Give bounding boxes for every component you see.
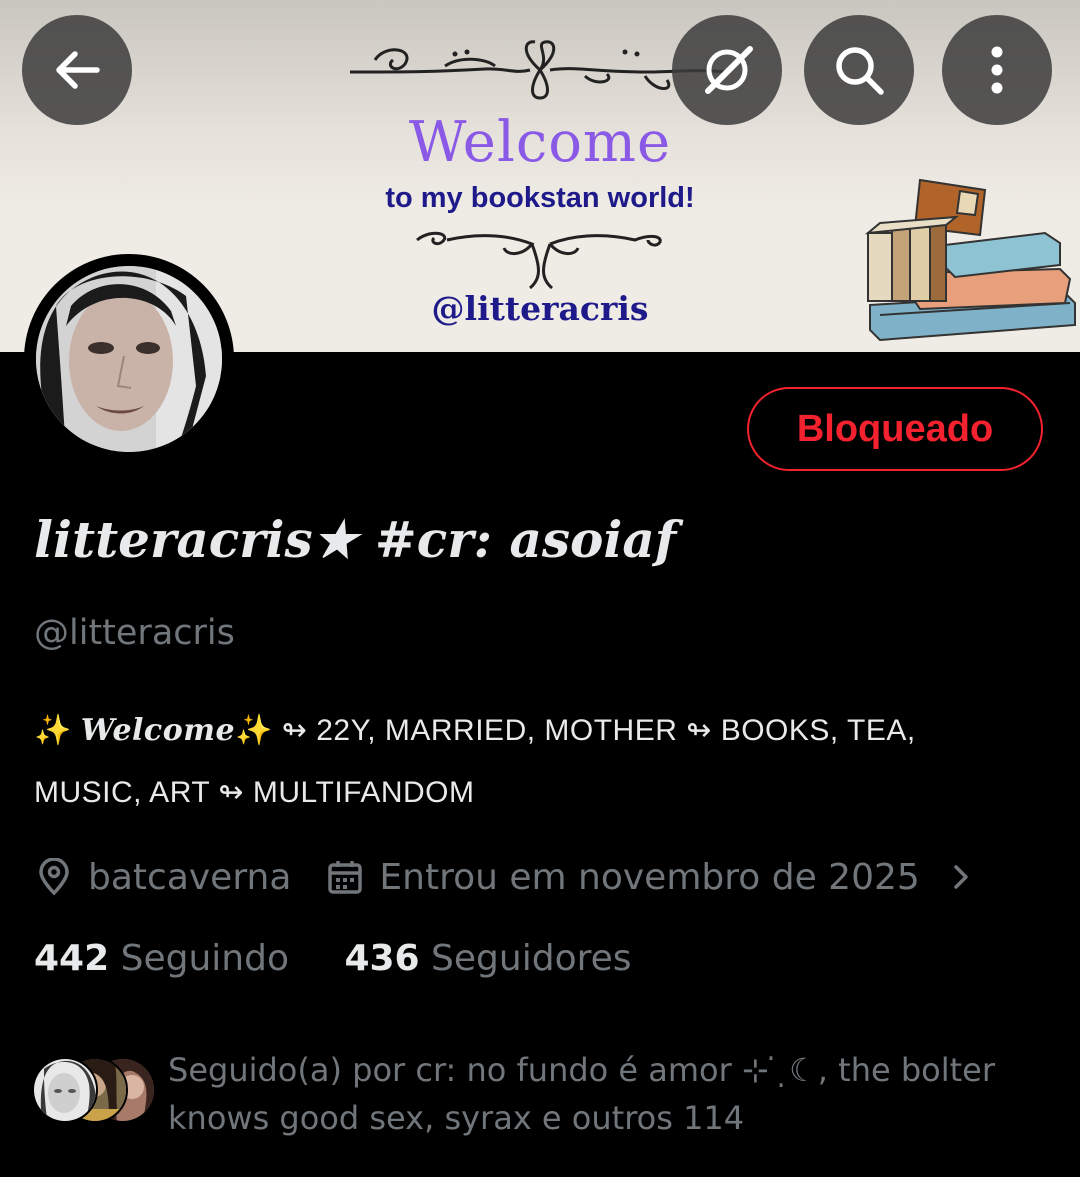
grok-button[interactable]: [672, 15, 782, 125]
following-label: Seguindo: [120, 938, 289, 979]
blocked-button[interactable]: Bloqueado: [747, 387, 1043, 471]
location-pin-icon: [34, 857, 74, 897]
profile-meta: batcaverna Entrou em novembro de 2025: [34, 852, 996, 902]
followers-count: 436: [344, 938, 420, 979]
join-date-link[interactable]: Entrou em novembro de 2025: [379, 857, 919, 898]
profile-bio: ✨ Welcome✨ ↬ 22Y, MARRIED, MOTHER ↬ BOOK…: [34, 700, 1044, 824]
arrow-left-icon: [56, 51, 100, 89]
followed-by-text[interactable]: Seguido(a) por cr: no fundo é amor ⊹ ̇ ̣…: [168, 1046, 1048, 1142]
more-options-button[interactable]: [942, 15, 1052, 125]
bio-line-1: ✨ Welcome✨ ↬ 22Y, MARRIED, MOTHER ↬ BOOK…: [34, 700, 1044, 762]
profile-handle: @litteracris: [34, 613, 235, 653]
sparkles-emoji: ✨: [34, 714, 72, 747]
more-vertical-icon: [991, 46, 1003, 94]
followers-link[interactable]: 436 Seguidores: [344, 938, 631, 979]
location-text: batcaverna: [88, 856, 292, 898]
bottom-flourish: [416, 231, 662, 290]
chevron-right-icon[interactable]: [942, 857, 982, 897]
followers-label: Seguidores: [431, 938, 632, 979]
books-illustration: [864, 178, 1076, 342]
back-button[interactable]: [22, 15, 132, 125]
calendar-icon: [325, 857, 365, 897]
follower-avatar-1: [32, 1057, 98, 1123]
display-name: litteracris★ #cr: asoiaf: [34, 510, 677, 569]
search-icon: [836, 47, 884, 95]
bio-line-1-text: ✨ ↬ 22Y, MARRIED, MOTHER ↬ BOOKS, TEA,: [235, 714, 916, 747]
grok-icon: [705, 46, 753, 94]
avatar[interactable]: [24, 254, 234, 464]
bio-line-2: MUSIC, ART ↬ MULTIFANDOM: [34, 776, 475, 809]
following-link[interactable]: 442 Seguindo: [34, 938, 289, 979]
following-count: 442: [34, 938, 110, 979]
banner-welcome: Welcome: [408, 110, 672, 175]
follow-stats: 442 Seguindo 436 Seguidores: [34, 938, 632, 979]
search-button[interactable]: [804, 15, 914, 125]
bio-welcome: Welcome: [80, 713, 236, 748]
avatar-photo: [36, 266, 222, 452]
